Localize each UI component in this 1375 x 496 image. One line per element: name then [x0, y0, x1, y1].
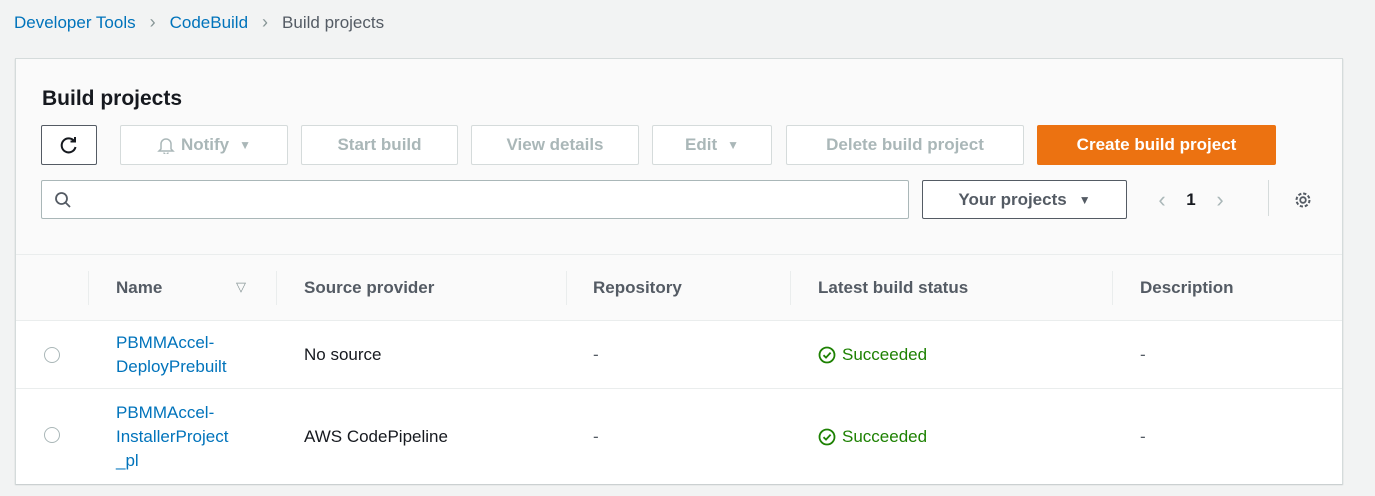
description-cell: - — [1140, 426, 1146, 446]
filter-selected-value: Your projects — [958, 189, 1067, 209]
column-divider — [1112, 271, 1113, 305]
repository-cell: - — [593, 426, 599, 446]
view-details-button[interactable]: View details — [471, 125, 639, 165]
create-build-project-button[interactable]: Create build project — [1037, 125, 1276, 165]
chevron-right-icon: › — [262, 12, 269, 32]
settings-gear-icon[interactable] — [1292, 189, 1314, 211]
edit-button[interactable]: Edit ▼ — [652, 125, 772, 165]
check-circle-icon — [818, 428, 836, 445]
current-page[interactable]: 1 — [1176, 190, 1206, 210]
description-cell: - — [1140, 344, 1146, 364]
breadcrumb: Developer Tools › CodeBuild › Build proj… — [14, 12, 384, 33]
breadcrumb-developer-tools[interactable]: Developer Tools — [14, 13, 136, 33]
status-badge: Succeeded — [818, 427, 927, 447]
breadcrumb-codebuild[interactable]: CodeBuild — [170, 13, 248, 33]
caret-down-icon: ▼ — [1078, 192, 1091, 207]
table-row[interactable]: PBMMAccel- InstallerProject _pl AWS Code… — [16, 389, 1342, 484]
next-page-icon[interactable]: › — [1206, 187, 1234, 213]
column-header-source-provider: Source provider — [304, 278, 435, 297]
build-projects-panel: Build projects Notify ▼ Start build View… — [15, 58, 1343, 484]
column-header-latest-build-status: Latest build status — [818, 278, 969, 297]
divider — [1268, 180, 1269, 216]
caret-down-icon: ▼ — [727, 138, 739, 152]
notify-button[interactable]: Notify ▼ — [120, 125, 288, 165]
sort-down-icon[interactable]: ▽ — [236, 279, 246, 295]
refresh-button[interactable] — [41, 125, 97, 165]
column-header-description: Description — [1140, 278, 1234, 297]
refresh-icon — [60, 137, 77, 154]
project-name-link[interactable]: PBMMAccel- DeployPrebuilt — [116, 331, 227, 379]
caret-down-icon: ▼ — [239, 138, 252, 152]
table-header-row: Name ▽ Source provider Repository Latest… — [16, 255, 1342, 321]
column-divider — [790, 271, 791, 305]
column-divider — [276, 271, 277, 305]
table-row[interactable]: PBMMAccel- DeployPrebuilt No source - Su… — [16, 321, 1342, 389]
check-circle-icon — [818, 346, 836, 363]
chevron-right-icon: › — [149, 12, 156, 32]
search-input[interactable] — [82, 181, 908, 218]
project-name-link[interactable]: PBMMAccel- InstallerProject _pl — [116, 401, 228, 473]
project-name-cell: PBMMAccel- DeployPrebuilt — [116, 321, 227, 388]
edit-label: Edit — [685, 135, 718, 154]
previous-page-icon[interactable]: ‹ — [1148, 187, 1176, 213]
project-name-cell: PBMMAccel- InstallerProject _pl — [116, 389, 228, 484]
row-select-radio[interactable] — [44, 347, 60, 363]
column-divider — [88, 271, 89, 305]
source-provider-cell: No source — [304, 344, 382, 364]
status-badge: Succeeded — [818, 345, 927, 365]
search-icon — [55, 191, 71, 208]
breadcrumb-build-projects: Build projects — [282, 12, 385, 32]
status-cell: Succeeded — [818, 321, 927, 388]
status-cell: Succeeded — [818, 389, 927, 484]
repository-cell: - — [593, 344, 599, 364]
source-provider-cell: AWS CodePipeline — [304, 426, 448, 446]
row-select-radio[interactable] — [44, 427, 60, 443]
page-title: Build projects — [42, 87, 183, 110]
bell-icon — [157, 136, 175, 154]
column-header-name[interactable]: Name — [116, 255, 162, 321]
column-header-repository: Repository — [593, 278, 682, 297]
search-box — [41, 180, 909, 219]
pagination: ‹ 1 › — [1148, 180, 1234, 219]
notify-label: Notify — [180, 135, 230, 154]
project-filter-select[interactable]: Your projects ▼ — [922, 180, 1127, 219]
start-build-button[interactable]: Start build — [301, 125, 458, 165]
delete-build-project-button[interactable]: Delete build project — [786, 125, 1024, 165]
column-divider — [566, 271, 567, 305]
